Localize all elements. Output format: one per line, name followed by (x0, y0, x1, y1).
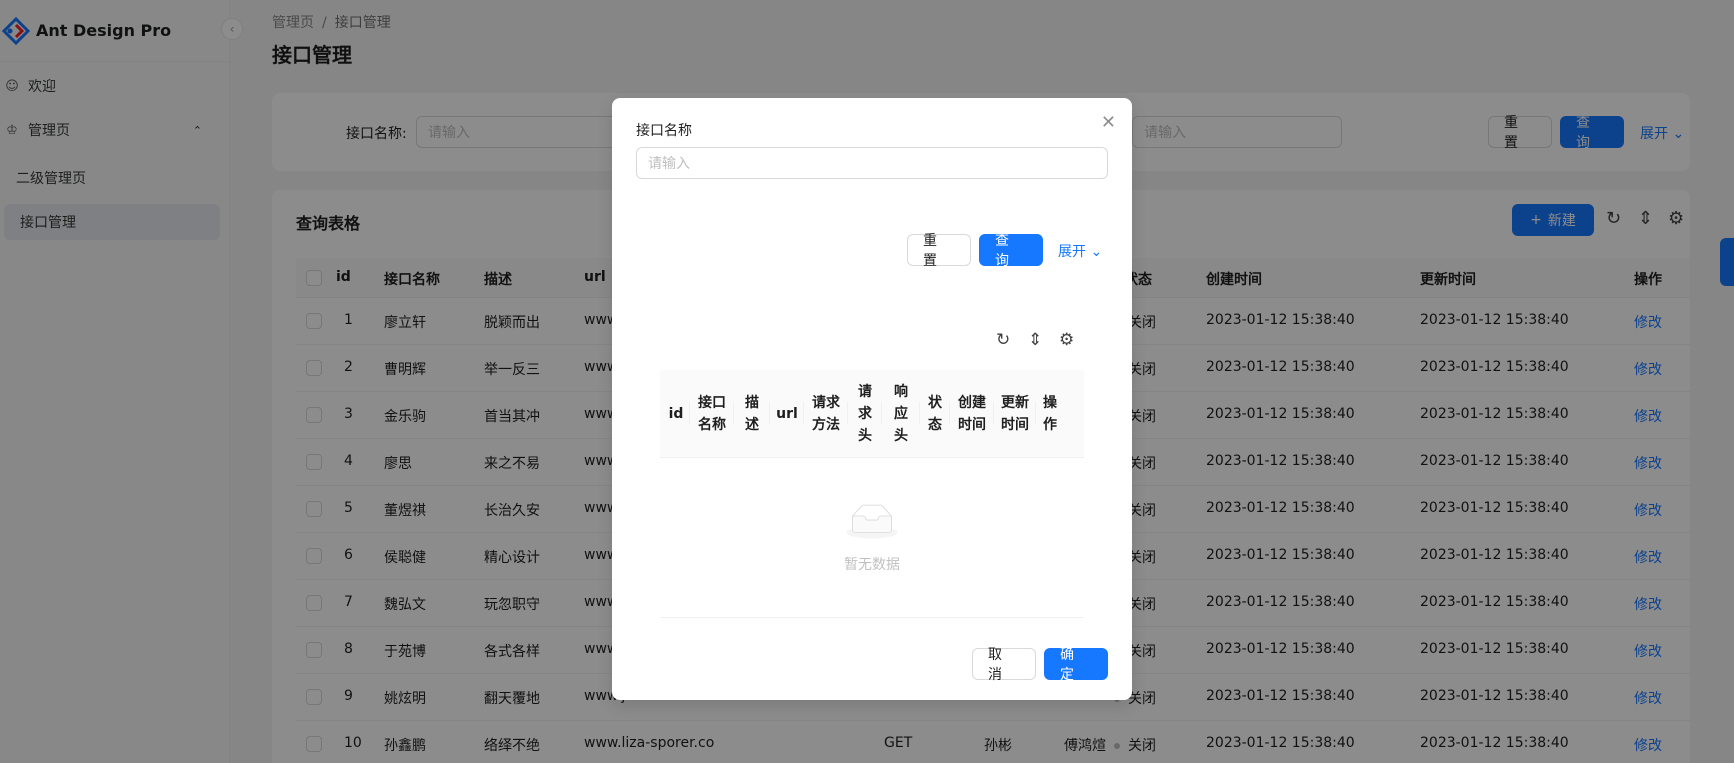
modal-column-header-line: 态 (928, 417, 942, 433)
modal-column-header-line: 响 (894, 384, 908, 400)
column-divider (769, 402, 770, 424)
modal-column-header: 描述 (736, 370, 768, 458)
modal-column-header: 更新 时间 (996, 370, 1034, 458)
modal-expand-link[interactable]: 展开 ⌄ (1058, 241, 1102, 261)
modal-column-header-line: 头 (894, 428, 908, 444)
modal-column-header: 请求头 (850, 370, 880, 458)
cancel-button[interactable]: 取 消 (972, 647, 1036, 683)
modal-reset-button[interactable]: 重 置 (907, 233, 971, 269)
modal-column-header: url (772, 370, 802, 458)
modal-column-header-line: 状 (928, 395, 942, 411)
modal-column-header-line: 方法 (812, 417, 840, 433)
query-modal: ✕ 接口名称 请输入 重 置 查 询 展开 ⌄ ↻ ⇕ ⚙ id 接口 名称描述 ur… (612, 98, 1132, 700)
modal-input-placeholder: 请输入 (648, 156, 690, 172)
modal-column-header-line: url (776, 406, 798, 422)
column-divider (689, 402, 690, 424)
modal-column-header-line: 时间 (958, 417, 986, 433)
modal-search-input[interactable]: 请输入 (636, 147, 1108, 179)
modal-column-header-line: 描 (745, 395, 759, 411)
column-divider (1035, 402, 1036, 424)
modal-column-header: id (664, 370, 688, 458)
modal-column-header-text: 请求头 (858, 381, 872, 447)
column-divider (881, 402, 882, 424)
modal-column-header-text: 请求 方法 (812, 392, 840, 436)
modal-column-header-line: 作 (1043, 417, 1057, 433)
modal-column-header-text: 响应头 (894, 381, 908, 447)
modal-table-header: id 接口 名称描述 url 请求 方法请求头响应头状态创建 时间 更新 时间操作 (660, 370, 1084, 458)
empty-state: 暂无数据 (660, 458, 1084, 618)
modal-column-header-text: 接口 名称 (698, 392, 726, 436)
modal-column-header-text: 描述 (745, 392, 759, 436)
modal-column-header-line: 创建 (958, 395, 986, 411)
empty-text: 暂无数据 (844, 557, 900, 573)
modal-column-header-line: 头 (858, 428, 872, 444)
modal-column-header-text: 更新 时间 (1001, 392, 1029, 436)
column-divider (919, 402, 920, 424)
close-icon[interactable]: ✕ (1101, 114, 1116, 132)
modal-column-header-line: 时间 (1001, 417, 1029, 433)
column-divider (803, 402, 804, 424)
modal-column-header-line: 述 (745, 417, 759, 433)
modal-query-button[interactable]: 查 询 (979, 233, 1043, 269)
modal-column-header-text: id (669, 403, 684, 425)
modal-column-header-text: url (776, 403, 798, 425)
modal-column-header-text: 状态 (928, 392, 942, 436)
modal-column-header-line: 操 (1043, 395, 1057, 411)
ok-button[interactable]: 确 定 (1044, 647, 1108, 683)
modal-column-header: 创建 时间 (952, 370, 992, 458)
modal-expand-label: 展开 (1058, 244, 1086, 260)
modal-column-header: 操作 (1038, 370, 1062, 458)
modal-column-header-line: 接口 (698, 395, 726, 411)
modal-column-header-text: 创建 时间 (958, 392, 986, 436)
modal-column-header: 状态 (922, 370, 948, 458)
modal-column-header: 接口 名称 (692, 370, 732, 458)
modal-column-header: 响应头 (884, 370, 918, 458)
modal-column-header-text: 操作 (1043, 392, 1057, 436)
modal-column-header-line: id (668, 406, 684, 422)
reload-icon[interactable]: ↻ (996, 330, 1010, 350)
column-divider (949, 402, 950, 424)
empty-inbox-icon (846, 504, 898, 539)
modal-column-header-line: 求 (858, 406, 872, 422)
modal-column-header-line: 更新 (1001, 395, 1029, 411)
column-divider (847, 402, 848, 424)
modal-column-header-line: 请 (858, 384, 872, 400)
modal-field-label: 接口名称 (636, 123, 692, 139)
chevron-down-icon: ⌄ (1090, 244, 1103, 260)
setting-icon[interactable]: ⚙ (1059, 330, 1074, 350)
modal-column-header: 请求 方法 (806, 370, 846, 458)
column-divider (733, 402, 734, 424)
modal-column-header-line: 名称 (698, 417, 726, 433)
density-icon[interactable]: ⇕ (1028, 330, 1042, 350)
modal-column-header-line: 应 (894, 406, 908, 422)
modal-column-header-line: 请求 (812, 395, 840, 411)
column-divider (993, 402, 994, 424)
